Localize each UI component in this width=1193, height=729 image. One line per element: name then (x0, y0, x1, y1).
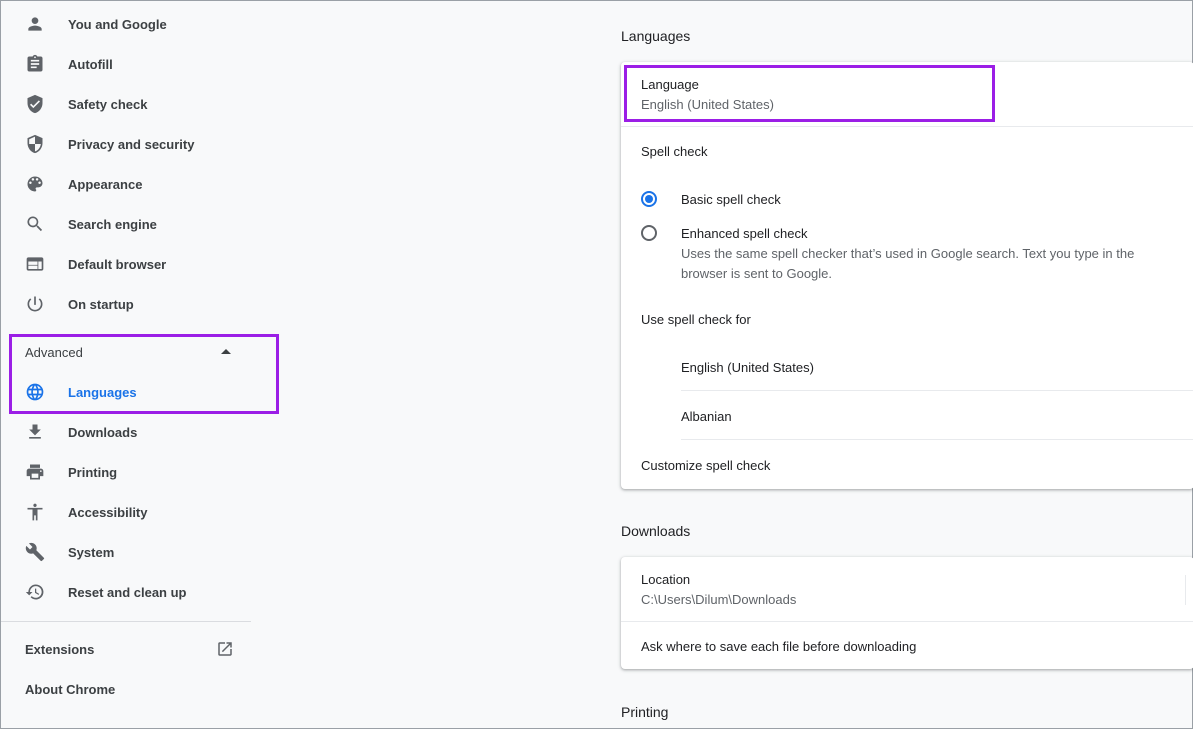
sidebar-item-default-browser[interactable]: Default browser (1, 244, 251, 284)
sidebar-item-label: Default browser (68, 257, 167, 272)
open-in-new-icon[interactable] (216, 640, 234, 658)
basic-spell-check-label[interactable]: Basic spell check (681, 192, 781, 207)
sidebar-item-label: Appearance (68, 177, 143, 192)
wrench-icon (25, 542, 45, 562)
list-divider (681, 390, 1193, 391)
ask-where-to-save-label[interactable]: Ask where to save each file before downl… (641, 639, 916, 654)
enhanced-spell-check-description: Uses the same spell checker that’s used … (681, 246, 1135, 261)
browser-window-icon (25, 254, 45, 274)
sidebar-item-printing[interactable]: Printing (1, 452, 251, 492)
languages-card: Language English (United States) Spell c… (621, 62, 1193, 489)
sidebar-item-label: You and Google (68, 17, 167, 32)
shield-check-icon (25, 94, 45, 114)
sidebar-item-reset-and-clean-up[interactable]: Reset and clean up (1, 572, 251, 612)
sidebar-item-downloads[interactable]: Downloads (1, 412, 251, 452)
sidebar-divider (1, 621, 251, 622)
download-location-label: Location (641, 572, 691, 587)
enhanced-spell-check-label[interactable]: Enhanced spell check (681, 226, 807, 241)
clipboard-icon (25, 54, 45, 74)
enhanced-spell-check-radio[interactable] (641, 225, 657, 241)
spell-language-item[interactable]: Albanian (681, 409, 732, 424)
language-row-highlight (624, 65, 995, 122)
download-icon (25, 422, 45, 442)
sidebar-item-search-engine[interactable]: Search engine (1, 204, 251, 244)
sidebar-item-label: Printing (68, 465, 118, 480)
sidebar-item-system[interactable]: System (1, 532, 251, 572)
spell-check-label: Spell check (641, 144, 708, 159)
accessibility-icon (25, 502, 45, 522)
power-icon (25, 294, 45, 314)
download-location-value: C:\Users\Dilum\Downloads (641, 592, 797, 607)
sidebar-item-label: System (68, 545, 115, 560)
sidebar-item-accessibility[interactable]: Accessibility (1, 492, 251, 532)
vertical-separator (1185, 575, 1186, 605)
list-divider (681, 439, 1193, 440)
search-icon (25, 214, 45, 234)
sidebar-item-label: Accessibility (68, 505, 148, 520)
card-divider (621, 621, 1193, 622)
sidebar-item-label: Privacy and security (68, 137, 195, 152)
sidebar-item-autofill[interactable]: Autofill (1, 44, 251, 84)
sidebar-item-privacy-and-security[interactable]: Privacy and security (1, 124, 251, 164)
settings-sidebar: You and Google Autofill Safety check Pri… (1, 1, 279, 729)
use-spell-check-for-label: Use spell check for (641, 312, 751, 327)
sidebar-item-label: Reset and clean up (68, 585, 187, 600)
customize-spell-check-link[interactable]: Customize spell check (641, 458, 770, 473)
palette-icon (25, 174, 45, 194)
printing-section-title: Printing (621, 704, 669, 720)
enhanced-spell-check-description: browser is sent to Google. (681, 266, 833, 281)
sidebar-item-label: Safety check (68, 97, 148, 112)
person-icon (25, 14, 45, 34)
spell-language-item[interactable]: English (United States) (681, 360, 814, 375)
sidebar-item-label: Downloads (68, 425, 138, 440)
basic-spell-check-radio[interactable] (641, 191, 657, 207)
sidebar-item-safety-check[interactable]: Safety check (1, 84, 251, 124)
downloads-section-title: Downloads (621, 523, 691, 539)
sidebar-item-label: On startup (68, 297, 134, 312)
sidebar-item-appearance[interactable]: Appearance (1, 164, 251, 204)
languages-section-title: Languages (621, 28, 691, 44)
downloads-card: Location C:\Users\Dilum\Downloads Ask wh… (621, 557, 1193, 669)
advanced-section-highlight (9, 334, 279, 414)
sidebar-about-chrome-link[interactable]: About Chrome (25, 682, 115, 697)
printer-icon (25, 462, 45, 482)
sidebar-item-label: Autofill (68, 57, 113, 72)
sidebar-item-you-and-google[interactable]: You and Google (1, 4, 251, 44)
sidebar-item-on-startup[interactable]: On startup (1, 284, 251, 324)
card-divider (621, 126, 1193, 127)
sidebar-extensions-link[interactable]: Extensions (25, 642, 94, 657)
shield-half-icon (25, 134, 45, 154)
restore-icon (25, 582, 45, 602)
sidebar-item-label: Search engine (68, 217, 157, 232)
